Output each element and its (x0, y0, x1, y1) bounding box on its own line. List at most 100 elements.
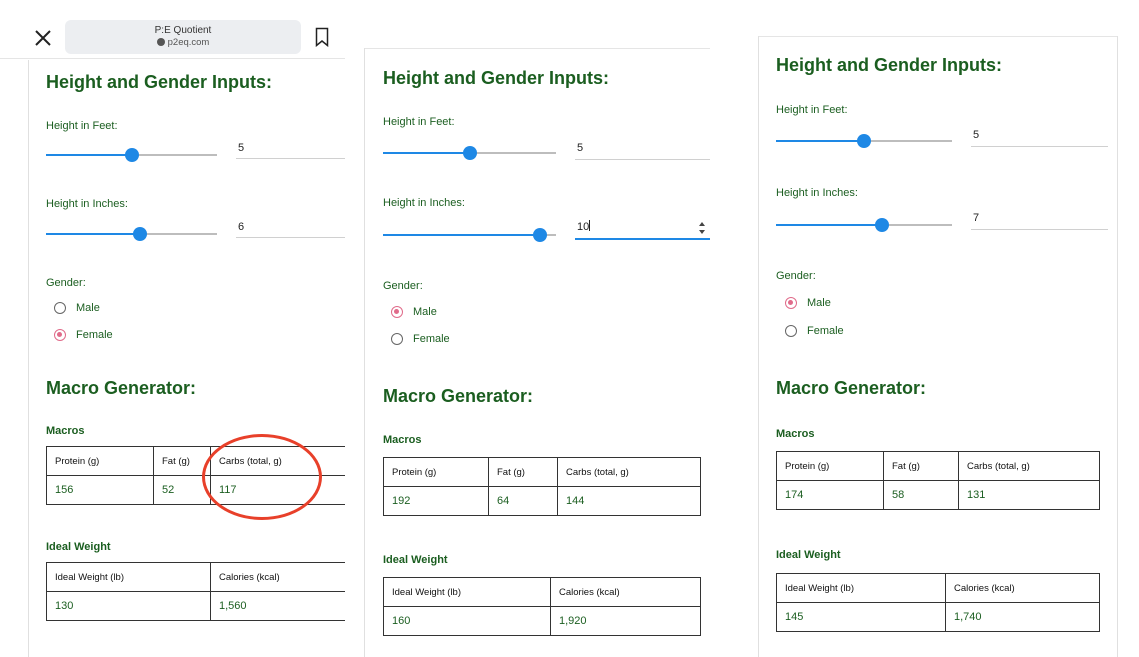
inches-label: Height in Inches: (46, 198, 128, 210)
feet-label: Height in Feet: (46, 120, 118, 132)
table-row: Ideal Weight (lb) Calories (kcal) (46, 562, 345, 592)
spinner-arrows-icon[interactable] (698, 220, 706, 236)
radio-male-label: Male (413, 306, 437, 318)
ideal-weight-header: Ideal Weight (lb) (776, 573, 946, 603)
section-title-height: Height and Gender Inputs: (776, 55, 1003, 75)
panel-edge-right (1117, 36, 1118, 657)
panel-top-edge (758, 36, 1118, 37)
calories-header: Calories (kcal) (945, 573, 1100, 603)
table-row: Protein (g) Fat (g) Carbs (total, g) (383, 457, 701, 487)
ideal-weight-table: Ideal Weight (lb) Calories (kcal) 160 1,… (383, 577, 701, 636)
feet-slider-thumb[interactable] (857, 134, 871, 148)
panel-edge (364, 48, 365, 657)
feet-label: Height in Feet: (776, 104, 848, 116)
top-divider (0, 58, 345, 59)
radio-female[interactable]: Female (391, 333, 450, 345)
ideal-weight-header: Ideal Weight (lb) (46, 562, 211, 592)
protein-header: Protein (g) (776, 451, 884, 481)
fat-header: Fat (g) (488, 457, 558, 487)
radio-male-label: Male (76, 302, 100, 314)
highlight-circle-annotation (202, 434, 322, 520)
inches-slider-thumb[interactable] (533, 228, 548, 242)
macros-subtitle: Macros (46, 425, 85, 437)
inches-input[interactable]: 7 (971, 212, 1108, 230)
protein-header: Protein (g) (46, 446, 154, 476)
close-icon[interactable] (34, 29, 52, 47)
radio-female[interactable]: Female (54, 329, 113, 341)
page-title: P:E Quotient (154, 25, 212, 36)
calories-header: Calories (kcal) (210, 562, 345, 592)
radio-male-label: Male (807, 297, 831, 309)
address-bar[interactable]: P:E Quotient p2eq.com (65, 20, 301, 54)
fat-value: 64 (488, 486, 558, 516)
fat-value: 58 (883, 480, 959, 510)
feet-input[interactable]: 5 (971, 129, 1108, 147)
feet-slider[interactable] (383, 146, 556, 160)
inches-slider[interactable] (776, 218, 952, 232)
radio-male-circle[interactable] (391, 306, 403, 318)
page-edge (28, 60, 29, 657)
protein-header: Protein (g) (383, 457, 489, 487)
info-icon (156, 38, 165, 46)
ideal-weight-table: Ideal Weight (lb) Calories (kcal) 145 1,… (776, 573, 1100, 632)
radio-male[interactable]: Male (785, 297, 831, 309)
feet-input[interactable]: 5 (575, 142, 710, 160)
inches-label: Height in Inches: (776, 187, 858, 199)
text-cursor (589, 220, 591, 231)
inches-slider-thumb[interactable] (133, 227, 148, 241)
carbs-value: 131 (958, 480, 1100, 510)
radio-female-circle[interactable] (54, 329, 66, 341)
feet-input[interactable]: 5 (236, 142, 345, 159)
radio-male[interactable]: Male (54, 302, 100, 314)
section-title-height: Height and Gender Inputs: (46, 72, 273, 92)
radio-female-circle[interactable] (785, 325, 797, 337)
bookmark-icon[interactable] (315, 27, 329, 47)
macros-subtitle: Macros (383, 434, 422, 446)
carbs-header: Carbs (total, g) (958, 451, 1100, 481)
section-title-macro: Macro Generator: (383, 386, 534, 406)
panel-3: Height and Gender Inputs: Height in Feet… (758, 36, 1118, 657)
ideal-weight-header: Ideal Weight (lb) (383, 577, 551, 607)
feet-slider[interactable] (46, 148, 217, 162)
radio-female-circle[interactable] (391, 333, 403, 345)
ideal-weight-subtitle: Ideal Weight (776, 549, 841, 561)
radio-male[interactable]: Male (391, 306, 437, 318)
macros-table: Protein (g) Fat (g) Carbs (total, g) 192… (383, 457, 701, 516)
macros-subtitle: Macros (776, 428, 815, 440)
inches-slider[interactable] (46, 227, 217, 241)
inches-input[interactable]: 6 (236, 221, 345, 238)
radio-male-circle[interactable] (785, 297, 797, 309)
gender-label: Gender: (46, 277, 86, 289)
page-url: p2eq.com (65, 37, 301, 48)
feet-slider-thumb[interactable] (462, 146, 477, 160)
inches-slider-thumb[interactable] (874, 218, 889, 232)
radio-female[interactable]: Female (785, 325, 844, 337)
ideal-weight-table: Ideal Weight (lb) Calories (kcal) 130 1,… (46, 562, 345, 621)
inches-input[interactable]: 10 (575, 220, 710, 240)
radio-male-circle[interactable] (54, 302, 66, 314)
section-title-macro: Macro Generator: (776, 378, 927, 398)
browser-top-bar: P:E Quotient p2eq.com (0, 0, 345, 58)
feet-slider-thumb[interactable] (124, 148, 139, 162)
protein-value: 174 (776, 480, 884, 510)
table-row: 145 1,740 (776, 602, 1100, 632)
protein-value: 156 (46, 475, 154, 505)
ideal-weight-value: 160 (383, 606, 551, 636)
radio-female-label: Female (76, 329, 113, 341)
table-row: Ideal Weight (lb) Calories (kcal) (383, 577, 701, 607)
section-title-macro: Macro Generator: (46, 378, 197, 398)
inches-label: Height in Inches: (383, 197, 465, 209)
gender-label: Gender: (776, 270, 816, 282)
panel-1: P:E Quotient p2eq.com Height and Gender … (0, 0, 345, 657)
carbs-header: Carbs (total, g) (557, 457, 701, 487)
table-row: 160 1,920 (383, 606, 701, 636)
feet-label: Height in Feet: (383, 116, 455, 128)
inches-input-value: 10 (577, 221, 590, 233)
feet-slider[interactable] (776, 134, 952, 148)
inches-slider[interactable] (383, 228, 556, 242)
ideal-weight-subtitle: Ideal Weight (46, 541, 111, 553)
panel-edge-left (758, 36, 759, 657)
table-row: 130 1,560 (46, 591, 345, 621)
radio-female-label: Female (413, 333, 450, 345)
calories-value: 1,920 (550, 606, 701, 636)
